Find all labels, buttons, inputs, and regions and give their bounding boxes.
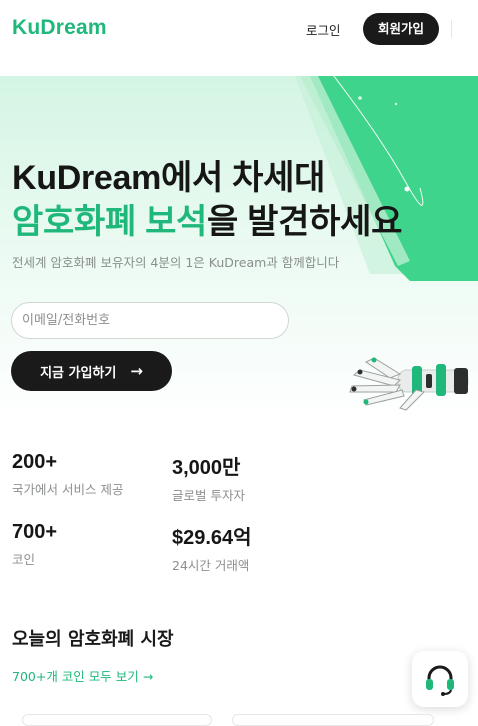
logo[interactable]: KuDream <box>12 16 107 40</box>
stat-volume: $29.64억 24시간 거래액 <box>172 521 252 574</box>
stat-value: $29.64억 <box>172 527 252 549</box>
signup-button[interactable]: 회원가입 <box>363 13 439 45</box>
hero-headline: KuDream에서 차세대 암호화폐 보석을 발견하세요 <box>12 156 402 244</box>
headline-accent: 암호화폐 보석 <box>12 203 208 241</box>
header-divider <box>451 20 452 38</box>
arrow-right-icon: → <box>130 362 143 380</box>
signup-now-label: 지금 가입하기 <box>40 365 117 381</box>
market-section-title: 오늘의 암호화폐 시장 <box>12 629 174 650</box>
robot-hand-illustration <box>349 357 469 411</box>
stat-countries: 200+ 국가에서 서비스 제공 <box>12 451 123 498</box>
hero-subtitle: 전세계 암호화폐 보유자의 4분의 1은 KuDream과 함께합니다 <box>12 255 340 270</box>
coin-card-peek <box>22 714 212 726</box>
stat-value: 3,000만 <box>172 457 241 479</box>
site-header: KuDream 로그인 회원가입 <box>0 0 478 76</box>
email-phone-input[interactable] <box>11 302 289 339</box>
stat-label: 글로벌 투자자 <box>172 488 245 503</box>
stat-coins: 700+ 코인 <box>12 521 57 568</box>
headline-line1: KuDream에서 차세대 <box>12 159 326 197</box>
support-chat-button[interactable] <box>412 651 468 707</box>
stat-label: 코인 <box>12 552 36 567</box>
login-link[interactable]: 로그인 <box>306 20 341 39</box>
stat-label: 국가에서 서비스 제공 <box>12 482 124 497</box>
hero-section: KuDream에서 차세대 암호화폐 보석을 발견하세요 전세계 암호화폐 보유… <box>0 76 478 422</box>
coin-card-peek <box>232 714 434 726</box>
stat-value: 200+ <box>12 451 58 473</box>
signup-now-button[interactable]: 지금 가입하기 → <box>11 351 172 391</box>
stat-investors: 3,000만 글로벌 투자자 <box>172 451 245 504</box>
view-all-coins-link[interactable]: 700+개 코인 모두 보기 → <box>12 666 153 685</box>
headset-icon <box>426 665 454 696</box>
stat-value: 700+ <box>12 521 58 543</box>
headline-rest: 을 발견하세요 <box>207 203 403 241</box>
stat-label: 24시간 거래액 <box>172 558 250 573</box>
